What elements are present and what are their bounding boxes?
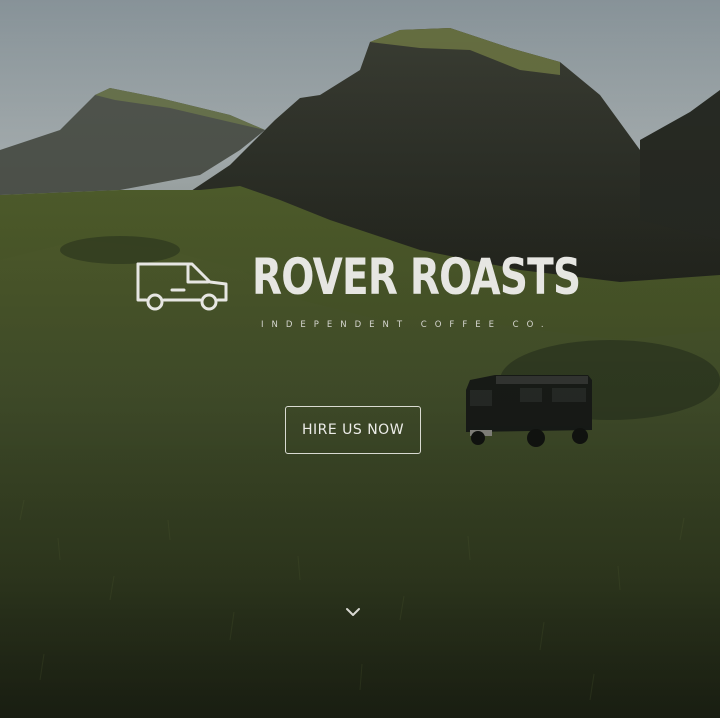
brand-name: ROVER ROASTS xyxy=(252,248,581,306)
hero-section: ROVER ROASTS INDEPENDENT COFFEE CO. HIRE… xyxy=(0,0,720,718)
van-outline-icon xyxy=(136,262,228,311)
hire-us-button[interactable]: HIRE US NOW xyxy=(285,406,421,454)
chevron-down-icon[interactable] xyxy=(344,606,362,618)
brand-tagline: INDEPENDENT COFFEE CO. xyxy=(261,320,552,330)
brand-logo[interactable]: ROVER ROASTS INDEPENDENT COFFEE CO. xyxy=(134,252,581,342)
